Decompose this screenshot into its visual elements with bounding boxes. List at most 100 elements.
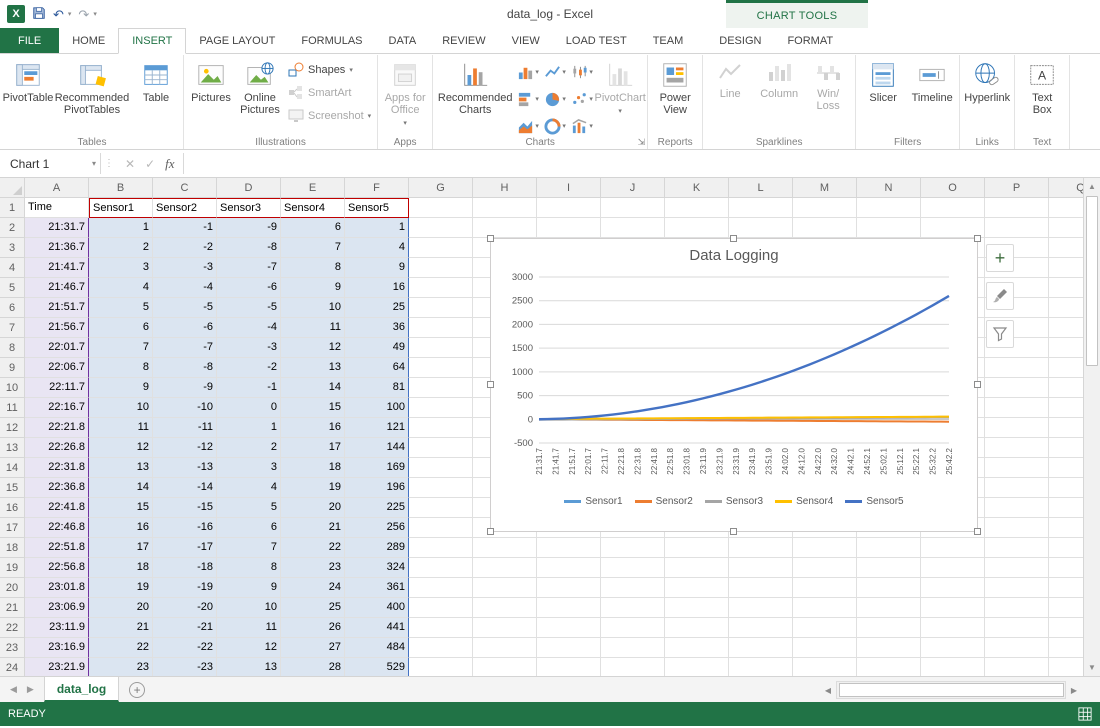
- cell[interactable]: [793, 598, 857, 618]
- cell[interactable]: -9: [153, 378, 217, 398]
- cell[interactable]: Sensor4: [281, 198, 345, 218]
- cell[interactable]: 64: [345, 358, 409, 378]
- cell[interactable]: [537, 658, 601, 676]
- column-header-O[interactable]: O: [921, 178, 985, 198]
- cell[interactable]: [409, 658, 473, 676]
- cell[interactable]: -8: [217, 238, 281, 258]
- row-header-1[interactable]: 1: [0, 198, 25, 218]
- cell[interactable]: 22:51.8: [25, 538, 89, 558]
- cell[interactable]: -14: [153, 478, 217, 498]
- cell[interactable]: [473, 538, 537, 558]
- cell[interactable]: 13: [281, 358, 345, 378]
- row-header-17[interactable]: 17: [0, 518, 25, 538]
- cell[interactable]: 3: [89, 258, 153, 278]
- cell[interactable]: 9: [281, 278, 345, 298]
- select-all-corner[interactable]: [0, 178, 25, 198]
- cell[interactable]: 324: [345, 558, 409, 578]
- cell[interactable]: 9: [217, 578, 281, 598]
- undo-caret-icon[interactable]: ▾: [68, 10, 72, 18]
- cell[interactable]: [601, 598, 665, 618]
- cell[interactable]: 11: [281, 318, 345, 338]
- cell[interactable]: 23:01.8: [25, 578, 89, 598]
- text-box-button[interactable]: A Text Box: [1018, 57, 1066, 117]
- cell[interactable]: [409, 618, 473, 638]
- cell[interactable]: [665, 558, 729, 578]
- cell[interactable]: -18: [153, 558, 217, 578]
- cell[interactable]: -15: [153, 498, 217, 518]
- cell[interactable]: 24: [281, 578, 345, 598]
- cell[interactable]: 21:36.7: [25, 238, 89, 258]
- cell[interactable]: [857, 538, 921, 558]
- cell[interactable]: [537, 218, 601, 238]
- cell[interactable]: [409, 498, 473, 518]
- tab-page-layout[interactable]: PAGE LAYOUT: [186, 28, 288, 53]
- cell[interactable]: 6: [89, 318, 153, 338]
- insert-scatter-chart-button[interactable]: ▾: [569, 86, 595, 112]
- cell[interactable]: [665, 578, 729, 598]
- cell[interactable]: 21:46.7: [25, 278, 89, 298]
- smartart-button[interactable]: SmartArt: [285, 82, 374, 103]
- cell[interactable]: [921, 658, 985, 676]
- cell[interactable]: 10: [217, 598, 281, 618]
- row-header-15[interactable]: 15: [0, 478, 25, 498]
- cell[interactable]: 14: [281, 378, 345, 398]
- sparkline-winloss-button[interactable]: Win/ Loss: [804, 57, 852, 113]
- cell[interactable]: [473, 618, 537, 638]
- shapes-button[interactable]: Shapes ▾: [285, 59, 374, 80]
- cell[interactable]: 22:26.8: [25, 438, 89, 458]
- cell[interactable]: -20: [153, 598, 217, 618]
- cell[interactable]: [857, 638, 921, 658]
- cell[interactable]: [409, 578, 473, 598]
- cell[interactable]: 2: [89, 238, 153, 258]
- cell[interactable]: [793, 538, 857, 558]
- cell[interactable]: [921, 558, 985, 578]
- cell[interactable]: 17: [89, 538, 153, 558]
- cell[interactable]: 400: [345, 598, 409, 618]
- cell[interactable]: [409, 458, 473, 478]
- cell[interactable]: 11: [89, 418, 153, 438]
- row-header-16[interactable]: 16: [0, 498, 25, 518]
- cell[interactable]: 18: [281, 458, 345, 478]
- cell[interactable]: [537, 578, 601, 598]
- cell[interactable]: [409, 538, 473, 558]
- tab-review[interactable]: REVIEW: [429, 28, 498, 53]
- cell[interactable]: 14: [89, 478, 153, 498]
- cell[interactable]: 256: [345, 518, 409, 538]
- cell[interactable]: [601, 638, 665, 658]
- cell[interactable]: [409, 638, 473, 658]
- cell[interactable]: 25: [345, 298, 409, 318]
- cell[interactable]: -13: [153, 458, 217, 478]
- cell[interactable]: [985, 498, 1049, 518]
- timeline-button[interactable]: Timeline: [908, 57, 956, 105]
- insert-pie-chart-button[interactable]: ▾: [542, 86, 568, 112]
- name-box[interactable]: Chart 1 ▾: [0, 150, 100, 177]
- cell[interactable]: 5: [217, 498, 281, 518]
- formula-input[interactable]: [183, 150, 1100, 177]
- insert-function-icon[interactable]: fx: [165, 156, 174, 172]
- enter-icon[interactable]: ✓: [145, 157, 155, 171]
- pivotchart-button[interactable]: PivotChart ▾: [595, 57, 646, 119]
- cell[interactable]: 2: [217, 438, 281, 458]
- cell[interactable]: 12: [89, 438, 153, 458]
- column-header-C[interactable]: C: [153, 178, 217, 198]
- column-header-K[interactable]: K: [665, 178, 729, 198]
- cell[interactable]: 9: [89, 378, 153, 398]
- cell[interactable]: [665, 618, 729, 638]
- save-icon[interactable]: [32, 6, 46, 23]
- cell[interactable]: [409, 418, 473, 438]
- cell[interactable]: 23:21.9: [25, 658, 89, 676]
- cell[interactable]: [985, 438, 1049, 458]
- pivottable-button[interactable]: PivotTable: [3, 57, 53, 105]
- tab-view[interactable]: VIEW: [499, 28, 553, 53]
- cell[interactable]: 100: [345, 398, 409, 418]
- cell[interactable]: -6: [153, 318, 217, 338]
- cell[interactable]: [921, 618, 985, 638]
- cell[interactable]: [665, 638, 729, 658]
- column-header-J[interactable]: J: [601, 178, 665, 198]
- cell[interactable]: -5: [217, 298, 281, 318]
- cell[interactable]: [857, 578, 921, 598]
- cell[interactable]: 3: [217, 458, 281, 478]
- sheet-nav-left-icon[interactable]: ◀: [10, 684, 17, 695]
- row-header-3[interactable]: 3: [0, 238, 25, 258]
- insert-area-chart-button[interactable]: ▾: [515, 113, 541, 139]
